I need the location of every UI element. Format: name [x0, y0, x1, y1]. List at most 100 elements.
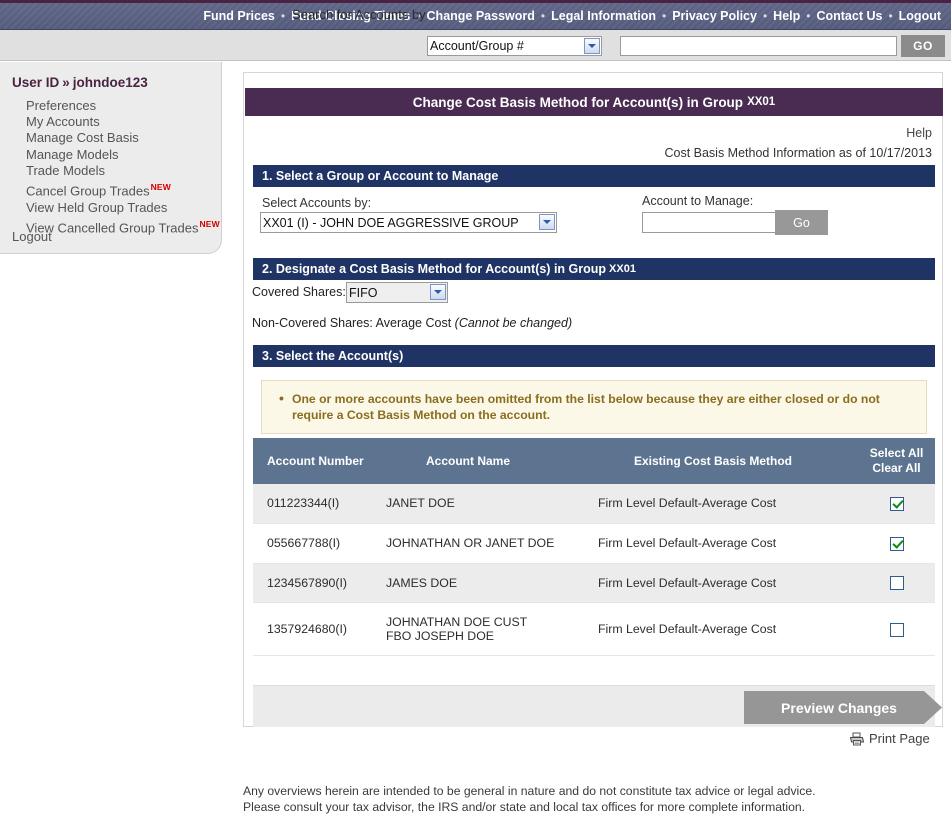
top-nav-item-fund-prices[interactable]: Fund Prices: [203, 9, 275, 23]
top-nav-item-contact-us[interactable]: Contact Us: [816, 9, 882, 23]
sidebar-nav-list: Preferences My Accounts Manage Cost Basis M…: [26, 98, 220, 236]
cell-account-number: 055667788(I): [253, 523, 368, 564]
sidebar-item-label: Manage Cost Basis: [26, 130, 139, 146]
account-name-line: FBO JOSEPH DOE: [386, 629, 494, 644]
print-page-link[interactable]: Print Page: [849, 731, 930, 746]
search-label: Search for Accounts by: [292, 7, 426, 22]
top-nav-separator: •: [540, 9, 546, 23]
table-row: 055667788(I) JOHNATHAN OR JANET DOE Firm L…: [253, 523, 935, 564]
select-accounts-dropdown[interactable]: XX01 (I) - JOHN DOE AGGRESSIVE GROUP: [260, 212, 557, 233]
account-to-manage-input[interactable]: [642, 212, 776, 233]
sidebar-item-view-cancelled-group-trades[interactable]: View Cancelled Group TradesNEW: [26, 216, 220, 237]
cell-select-checkbox: [858, 563, 935, 604]
sidebar-item-label: My Accounts: [26, 114, 100, 130]
top-nav-separator: •: [806, 9, 811, 23]
cell-select-checkbox: [858, 523, 935, 564]
top-nav-separator: •: [280, 9, 286, 23]
page-title: Change Cost Basis Method for Account(s) …: [245, 88, 943, 116]
column-header-account-number: Account Number: [253, 438, 368, 484]
new-badge: NEW: [150, 182, 172, 193]
account-name-line: JAMES DOE: [386, 575, 458, 590]
cell-account-name: JANET DOE: [368, 484, 568, 524]
select-accounts-label: Select Accounts by:: [262, 196, 372, 210]
top-nav-separator: •: [661, 9, 667, 23]
notice-text: One or more accounts have been omitted f…: [279, 390, 912, 423]
account-name-line: JANET DOE: [386, 496, 455, 511]
cell-account-number: 011223344(I): [253, 484, 368, 524]
cell-account-number: 1234567890(I): [253, 563, 368, 604]
search-input[interactable]: [620, 36, 897, 56]
user-id-label: User ID: [12, 75, 60, 90]
search-go-button[interactable]: GO: [901, 35, 945, 57]
user-id-value: johndoe123: [72, 75, 148, 90]
sidebar-item-label: Cancel Group Trades: [26, 183, 150, 199]
top-nav-separator: •: [888, 9, 893, 23]
account-to-manage-label: Account to Manage:: [642, 194, 754, 208]
section-3-header: 3. Select the Account(s): [253, 345, 935, 367]
new-badge: NEW: [199, 218, 220, 229]
cell-account-name: JOHNATHAN DOE CUST FBO JOSEPH DOE: [368, 602, 568, 657]
section-1-header: 1. Select a Group or Account to Manage: [253, 165, 935, 187]
covered-shares-dropdown[interactable]: FIFO: [346, 282, 448, 303]
column-header-existing-method: Existing Cost Basis Method: [568, 438, 858, 484]
cell-existing-method: Firm Level Default-Average Cost: [568, 602, 858, 657]
section-3-heading: 3. Select the Account(s): [262, 349, 404, 363]
clear-all-link[interactable]: Clear All: [858, 461, 935, 476]
main-panel: Change Cost Basis Method for Account(s) …: [243, 72, 943, 727]
help-link[interactable]: Help: [906, 126, 932, 140]
row-select-checkbox[interactable]: [889, 576, 904, 591]
account-go-button[interactable]: Go: [775, 210, 828, 235]
preview-changes-button[interactable]: Preview Changes: [744, 691, 942, 724]
section-2-heading: 2. Designate a Cost Basis Method for Acc…: [262, 262, 607, 276]
cell-existing-method: Firm Level Default-Average Cost: [568, 484, 858, 524]
table-body: 011223344(I) JANET DOE Firm Level Default-…: [253, 484, 935, 657]
table-row: 1234567890(I) JAMES DOE Firm Level Default…: [253, 563, 935, 604]
sidebar-item-label: Preferences: [26, 98, 97, 113]
cell-select-checkbox: [858, 484, 935, 524]
disclaimer-line-2: Please consult your tax advisor, the IRS…: [243, 800, 806, 814]
select-all-link[interactable]: Select All: [858, 446, 935, 461]
covered-shares-wrapper: FIFO: [346, 282, 448, 303]
cell-existing-method: Firm Level Default-Average Cost: [568, 563, 858, 604]
section-1-heading: 1. Select a Group or Account to Manage: [262, 169, 499, 183]
sidebar-item-manage-cost-basis[interactable]: Manage Cost Basis: [26, 130, 220, 146]
non-covered-shares-note: (Cannot be changed): [454, 316, 573, 330]
sidebar-item-my-accounts[interactable]: My Accounts: [26, 114, 220, 130]
sidebar-item-label: Trade Models: [26, 162, 105, 178]
footer-disclaimer: Any overviews herein are intended to be …: [243, 783, 943, 815]
sidebar-item-view-held-group-trades[interactable]: View Held Group Trades: [26, 200, 220, 216]
cell-account-name: JAMES DOE: [368, 563, 568, 604]
page-title-text: Change Cost Basis Method for Account(s) …: [412, 94, 744, 110]
column-header-account-name: Account Name: [368, 438, 568, 484]
search-type-select[interactable]: Account/Group #: [427, 36, 602, 56]
top-navigation-bar: Fund Prices • Fund Closing Times • Change Pa…: [0, 0, 951, 30]
sidebar-item-logout[interactable]: Logout: [12, 229, 52, 244]
select-accounts-wrapper: XX01 (I) - JOHN DOE AGGRESSIVE GROUP: [260, 212, 557, 233]
disclaimer-line-1: Any overviews herein are intended to be …: [243, 784, 816, 798]
sidebar-item-cancel-group-trades[interactable]: Cancel Group TradesNEW: [26, 179, 220, 200]
row-select-checkbox[interactable]: [889, 622, 904, 637]
account-name-line: JOHNATHAN OR JANET DOE: [386, 536, 555, 551]
column-header-select-clear-all: Select All Clear All: [858, 438, 935, 484]
chevron-right-icon: »: [62, 75, 70, 90]
top-nav-item-legal-information[interactable]: Legal Information: [551, 9, 656, 23]
sidebar-item-trade-models[interactable]: Trade Models: [26, 163, 220, 179]
row-select-checkbox[interactable]: [889, 536, 904, 551]
cell-account-number: 1357924680(I): [253, 602, 368, 657]
non-covered-shares-text: Non-Covered Shares: Average Cost (Cannot…: [252, 316, 572, 330]
section-2-heading-group: XX01: [609, 263, 636, 275]
covered-shares-label: Covered Shares:: [252, 285, 346, 299]
cell-account-name: JOHNATHAN OR JANET DOE: [368, 523, 568, 564]
as-of-date-text: Cost Basis Method Information as of 10/1…: [664, 146, 932, 160]
top-nav-item-logout[interactable]: Logout: [899, 9, 941, 23]
sidebar: User ID» johndoe123 Preferences My Account…: [0, 62, 222, 254]
sidebar-item-preferences[interactable]: Preferences: [26, 98, 220, 114]
top-nav-item-change-password[interactable]: Change Password: [427, 9, 535, 23]
non-covered-shares-value: Non-Covered Shares: Average Cost: [252, 316, 455, 330]
top-nav-item-privacy-policy[interactable]: Privacy Policy: [672, 9, 757, 23]
sidebar-item-manage-models[interactable]: Manage Models: [26, 147, 220, 163]
top-nav-item-help[interactable]: Help: [773, 9, 800, 23]
row-select-checkbox[interactable]: [889, 496, 904, 511]
account-name-line: JOHNATHAN DOE CUST: [386, 615, 528, 630]
cell-existing-method: Firm Level Default-Average Cost: [568, 523, 858, 564]
